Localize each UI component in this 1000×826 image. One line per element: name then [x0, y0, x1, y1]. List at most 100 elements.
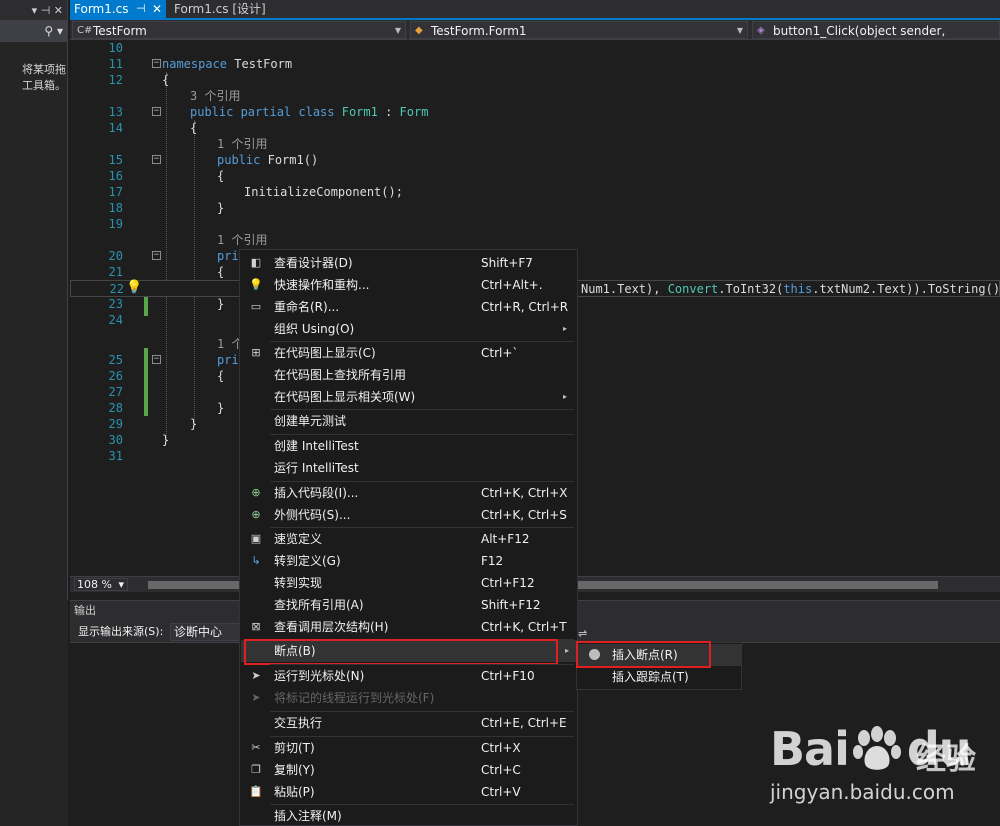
tab-form1-cs[interactable]: Form1.cs ⊣ ✕ [70, 0, 166, 18]
chevron-down-icon: ▼ [394, 26, 401, 35]
tab-label: Form1.cs [74, 2, 129, 16]
line-number: 10 [108, 41, 123, 55]
class-icon: ◆ [415, 25, 423, 36]
class-dropdown[interactable]: ◆ TestForm.Form1 ▼ [410, 21, 748, 39]
collapse-icon[interactable]: − [152, 251, 161, 260]
menu-item-insert-comment[interactable]: 插入注释(M) [241, 805, 577, 826]
member-dropdown[interactable]: ◈ button1_Click(object sender, EventArgs… [752, 21, 1000, 56]
close-icon[interactable]: ✕ [152, 0, 162, 18]
menu-item-label: 查看设计器(D) [274, 256, 353, 270]
menu-item-label: 创建 IntelliTest [274, 439, 359, 453]
menu-item-insert-tracepoint[interactable]: 插入跟踪点(T) [578, 666, 742, 688]
menu-item-shortcut: Shift+F12 [481, 598, 541, 612]
watermark-cn: 经验 [916, 742, 976, 777]
collapse-icon[interactable]: − [152, 107, 161, 116]
toolbox-hint-line2: 工具箱。 [22, 79, 66, 92]
menu-item-label: 剪切(T) [274, 741, 315, 755]
word-wrap-icon[interactable]: ⇌ [578, 627, 587, 640]
menu-item-shortcut: Ctrl+F12 [481, 576, 535, 590]
menu-item-run-to-cursor[interactable]: ➤ 运行到光标处(N) Ctrl+F10 [241, 665, 577, 687]
menu-item-shortcut: Alt+F12 [481, 532, 530, 546]
toolbox-search[interactable]: ⚲ ▾ [0, 20, 67, 42]
menu-item-organize-usings[interactable]: 组织 Using(O) ▸ [241, 318, 577, 340]
code-lens-references[interactable]: 3 个引用 [190, 88, 240, 104]
clipboard-icon: 📋 [249, 785, 263, 798]
menu-item-run-intellitest[interactable]: 运行 IntelliTest [241, 457, 577, 479]
search-icon[interactable]: ⚲ ▾ [44, 24, 63, 38]
csharp-project-icon: C# [77, 25, 93, 36]
line-number: 15 [108, 153, 123, 167]
document-tab-bar: Form1.cs ⊣ ✕ Form1.cs [设计] [70, 0, 1000, 20]
menu-item-create-intellitest[interactable]: 创建 IntelliTest [241, 435, 577, 457]
menu-item-find-refs-on-code-map[interactable]: 在代码图上查找所有引用 [241, 364, 577, 386]
pin-icon[interactable]: ⊣ [136, 0, 146, 18]
menu-item-insert-snippet[interactable]: ⊕ 插入代码段(I)... Ctrl+K, Ctrl+X [241, 482, 577, 504]
menu-item-label: 插入跟踪点(T) [612, 670, 689, 684]
collapse-icon[interactable]: − [152, 155, 161, 164]
toolbox-window-controls[interactable]: ▾ ⊣ ✕ [32, 4, 63, 17]
collapse-icon[interactable]: − [152, 355, 161, 364]
chevron-right-icon: ▸ [565, 646, 570, 655]
lightbulb-icon[interactable]: 💡 [126, 281, 142, 295]
menu-item-label: 快速操作和重构... [274, 278, 370, 292]
line-number: 12 [108, 73, 123, 87]
chevron-right-icon: ▸ [563, 392, 568, 401]
code-line: 15 − public Form1() [70, 152, 1000, 168]
line-number: 26 [108, 369, 123, 383]
menu-item-go-to-definition[interactable]: ↳ 转到定义(G) F12 [241, 550, 577, 572]
menu-item-surround-with[interactable]: ⊕ 外侧代码(S)... Ctrl+K, Ctrl+S [241, 504, 577, 526]
line-number: 30 [108, 433, 123, 447]
menu-item-peek-definition[interactable]: ▣ 速览定义 Alt+F12 [241, 528, 577, 550]
project-dropdown-value: TestForm [93, 24, 147, 38]
menu-item-rename[interactable]: ▭ 重命名(R)... Ctrl+R, Ctrl+R [241, 296, 577, 318]
code-lens-references[interactable]: 1 个引用 [217, 136, 267, 152]
identifier: Form1() [267, 153, 319, 167]
zoom-dropdown[interactable]: 108 % ▾ [74, 578, 128, 591]
highlight-box [576, 641, 711, 668]
class-dropdown-value: TestForm.Form1 [431, 24, 527, 38]
menu-item-paste[interactable]: 📋 粘贴(P) Ctrl+V [241, 781, 577, 803]
line-number: 18 [108, 201, 123, 215]
line-number: 31 [108, 449, 123, 463]
surround-icon: ⊕ [251, 508, 261, 521]
designer-icon: ◧ [250, 256, 262, 269]
keyword: this [783, 282, 813, 296]
menu-item-label: 交互执行 [274, 716, 323, 730]
menu-item-show-on-code-map[interactable]: ⊞ 在代码图上显示(C) Ctrl+` [241, 342, 577, 364]
watermark-url: jingyan.baidu.com [770, 780, 955, 804]
baidu-watermark: Bai du 经验 jingyan.baidu.com [770, 722, 990, 818]
tab-form1-designer[interactable]: Form1.cs [设计] [170, 0, 270, 18]
menu-item-label: 在代码图上显示相关项(W) [274, 390, 416, 404]
line-number: 22 [109, 282, 124, 296]
go-to-definition-icon: ↳ [251, 554, 261, 567]
project-dropdown[interactable]: C# TestForm ▼ [72, 21, 406, 39]
line-number: 11 [108, 57, 123, 71]
call-hierarchy-icon: ⊠ [251, 620, 261, 633]
code-line: 16 { [70, 168, 1000, 184]
menu-item-cut[interactable]: ✂ 剪切(T) Ctrl+X [241, 737, 577, 759]
code-lens-references[interactable]: 1 个引用 [217, 232, 267, 248]
output-source-dropdown[interactable]: 诊断中心 [170, 623, 240, 641]
menu-item-copy[interactable]: ❐ 复制(Y) Ctrl+C [241, 759, 577, 781]
menu-item-shortcut: Ctrl+V [481, 785, 521, 799]
menu-item-find-all-references[interactable]: 查找所有引用(A) Shift+F12 [241, 594, 577, 616]
menu-item-shortcut: Ctrl+` [481, 346, 519, 360]
menu-item-view-call-hierarchy[interactable]: ⊠ 查看调用层次结构(H) Ctrl+K, Ctrl+T [241, 616, 577, 638]
menu-item-label: 在代码图上显示(C) [274, 346, 376, 360]
menu-item-view-designer[interactable]: ◧ 查看设计器(D) Shift+F7 [241, 252, 577, 274]
menu-item-create-unit-tests[interactable]: 创建单元测试 [241, 410, 577, 432]
menu-item-quick-actions[interactable]: 💡 快速操作和重构... Ctrl+Alt+. [241, 274, 577, 296]
line-number: 19 [108, 217, 123, 231]
tab-label: Form1.cs [设计] [174, 2, 266, 16]
menu-item-label: 查找所有引用(A) [274, 598, 364, 612]
navigation-bar: C# TestForm ▼ ◆ TestForm.Form1 ▼ ◈ butto… [70, 20, 1000, 56]
type-name: Form1 [341, 105, 378, 119]
run-to-cursor-icon: ➤ [251, 669, 261, 682]
collapse-icon[interactable]: − [152, 59, 161, 68]
context-menu: ◧ 查看设计器(D) Shift+F7 💡 快速操作和重构... Ctrl+Alt+. … [239, 249, 578, 826]
menu-item-go-to-implementation[interactable]: 转到实现 Ctrl+F12 [241, 572, 577, 594]
menu-item-execute-interactive[interactable]: 交互执行 Ctrl+E, Ctrl+E [241, 712, 577, 734]
line-number: 28 [108, 401, 123, 415]
menu-item-show-related-on-code-map[interactable]: 在代码图上显示相关项(W) ▸ [241, 386, 577, 408]
keyword: public [217, 153, 261, 167]
